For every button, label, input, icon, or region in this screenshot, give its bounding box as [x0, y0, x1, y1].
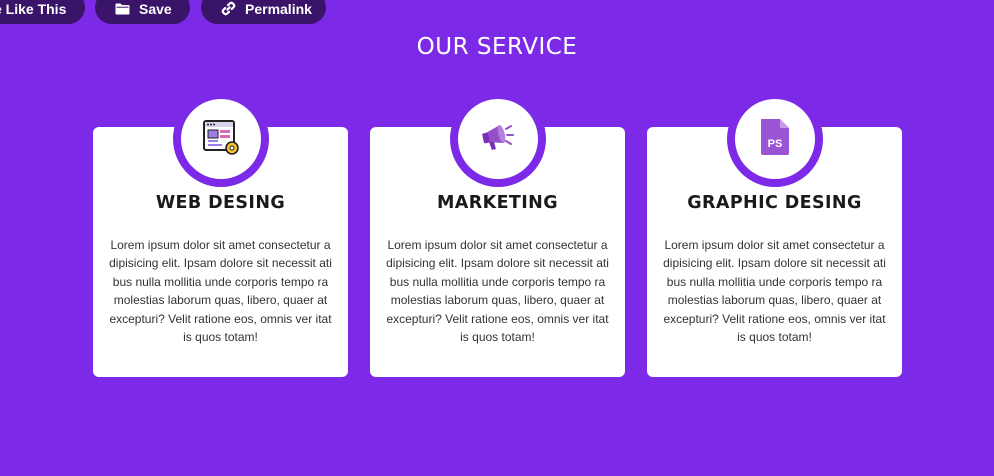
icon-circle — [180, 99, 261, 179]
service-card-graphic-design: PS GRAPHIC DESING Lorem ipsum dolor sit … — [647, 91, 902, 377]
card-description: Lorem ipsum dolor sit amet consectetur a… — [386, 238, 609, 345]
megaphone-icon — [478, 117, 518, 162]
card-title: GRAPHIC DESING — [687, 193, 862, 213]
card-title: WEB DESING — [155, 193, 286, 213]
icon-ring — [172, 91, 269, 187]
card-description: Lorem ipsum dolor sit amet consectetur a… — [109, 238, 332, 345]
photoshop-file-icon: PS — [758, 117, 792, 162]
card-description: Lorem ipsum dolor sit amet consectetur a… — [663, 238, 886, 345]
service-card-web-design: WEB DESING Lorem ipsum dolor sit amet co… — [93, 91, 348, 377]
card-title: MARKETING — [436, 193, 558, 213]
permalink-button[interactable]: Permalink — [201, 0, 326, 24]
link-icon — [221, 0, 236, 16]
icon-circle — [457, 99, 538, 179]
icon-ring: PS — [726, 91, 823, 187]
section-title: OUR SERVICE — [416, 34, 578, 60]
service-card-marketing: MARKETING Lorem ipsum dolor sit amet con… — [370, 91, 625, 377]
page: e Like This Save Permalink OUR SERVICE W… — [0, 0, 994, 476]
folder-icon — [115, 1, 130, 15]
save-button-label: Save — [139, 0, 172, 17]
icon-ring — [449, 91, 546, 187]
save-button[interactable]: Save — [95, 0, 190, 24]
icon-circle: PS — [734, 99, 815, 179]
like-button-label: e Like This — [0, 0, 67, 17]
like-button[interactable]: e Like This — [0, 0, 85, 24]
photoshop-file-icon-label: PS — [767, 138, 782, 150]
permalink-button-label: Permalink — [245, 0, 312, 17]
top-button-bar: e Like This Save Permalink — [0, 0, 994, 25]
web-design-icon — [201, 117, 241, 162]
